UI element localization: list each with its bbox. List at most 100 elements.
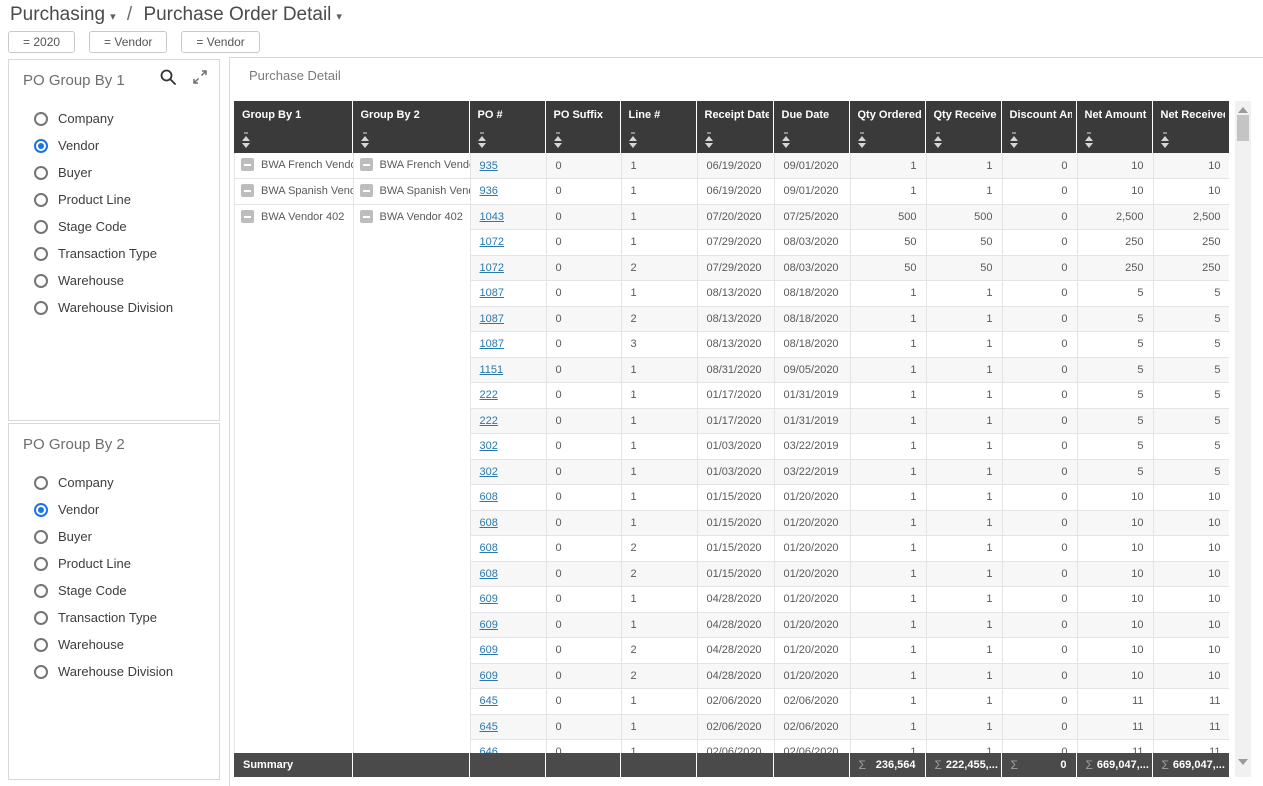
po-number-link[interactable]: 646	[480, 746, 498, 753]
po-number-link[interactable]: 609	[480, 619, 498, 631]
column-header-qty-ordered[interactable]: Qty Ordered	[849, 101, 925, 153]
column-header-line-[interactable]: Line #	[620, 101, 696, 153]
summary-total: 236,564	[876, 759, 916, 771]
scroll-up-arrow-icon[interactable]	[1238, 107, 1248, 113]
data-cell: 0	[1002, 740, 1077, 754]
radio-button-icon[interactable]	[34, 557, 48, 571]
po-number-link[interactable]: 1072	[480, 236, 504, 248]
sort-icon[interactable]	[858, 132, 866, 148]
radio-button-icon[interactable]	[34, 530, 48, 544]
po-number-link[interactable]: 608	[480, 517, 498, 529]
radio-option-company[interactable]: Company	[9, 105, 219, 132]
sort-icon[interactable]	[361, 132, 369, 148]
po-number-link[interactable]: 222	[480, 415, 498, 427]
radio-button-icon[interactable]	[34, 476, 48, 490]
po-number-link[interactable]: 609	[480, 593, 498, 605]
search-icon[interactable]	[159, 68, 177, 86]
po-number-link[interactable]: 302	[480, 466, 498, 478]
radio-option-warehouse[interactable]: Warehouse	[9, 267, 219, 294]
po-number-link[interactable]: 1043	[480, 211, 504, 223]
radio-button-icon[interactable]	[34, 665, 48, 679]
radio-option-warehouse[interactable]: Warehouse	[9, 631, 219, 658]
column-header-group-by-1[interactable]: Group By 1	[234, 101, 352, 153]
po-number-link[interactable]: 609	[480, 670, 498, 682]
radio-button-icon[interactable]	[34, 220, 48, 234]
collapse-group-icon[interactable]	[360, 158, 373, 171]
sort-icon[interactable]	[782, 132, 790, 148]
scrollbar-thumb[interactable]	[1237, 115, 1249, 141]
po-number-link[interactable]: 1072	[480, 262, 504, 274]
radio-button-icon[interactable]	[34, 638, 48, 652]
column-header-due-date[interactable]: Due Date	[773, 101, 849, 153]
sort-icon[interactable]	[1010, 132, 1018, 148]
po-number-link[interactable]: 608	[480, 491, 498, 503]
breadcrumb-page-dropdown[interactable]: Purchase Order Detail ▾	[143, 4, 342, 26]
collapse-group-icon[interactable]	[241, 184, 254, 197]
vertical-scrollbar[interactable]	[1235, 101, 1251, 777]
po-number-link[interactable]: 645	[480, 721, 498, 733]
sort-icon[interactable]	[242, 132, 250, 148]
radio-option-product-line[interactable]: Product Line	[9, 550, 219, 577]
radio-button-icon[interactable]	[34, 274, 48, 288]
radio-option-warehouse-division[interactable]: Warehouse Division	[9, 658, 219, 685]
radio-button-icon[interactable]	[34, 611, 48, 625]
column-header-net-amount[interactable]: Net Amount	[1076, 101, 1152, 153]
sort-icon[interactable]	[934, 132, 942, 148]
radio-option-transaction-type[interactable]: Transaction Type	[9, 604, 219, 631]
radio-option-product-line[interactable]: Product Line	[9, 186, 219, 213]
po-number-link[interactable]: 608	[480, 568, 498, 580]
radio-button-icon[interactable]	[34, 301, 48, 315]
radio-button-icon[interactable]	[34, 166, 48, 180]
radio-option-stage-code[interactable]: Stage Code	[9, 213, 219, 240]
expand-icon[interactable]	[191, 68, 209, 86]
radio-option-company[interactable]: Company	[9, 469, 219, 496]
filter-chip[interactable]: = Vendor	[181, 31, 259, 53]
po-number-link[interactable]: 935	[480, 160, 498, 172]
collapse-group-icon[interactable]	[241, 210, 254, 223]
sort-icon[interactable]	[705, 132, 713, 148]
po-number-link[interactable]: 1087	[480, 287, 504, 299]
radio-option-vendor[interactable]: Vendor	[9, 496, 219, 523]
radio-button-icon[interactable]	[34, 139, 48, 153]
po-number-cell: 936	[470, 179, 546, 205]
column-header-qty-received[interactable]: Qty Received	[925, 101, 1001, 153]
po-number-link[interactable]: 1151	[480, 364, 504, 376]
collapse-group-icon[interactable]	[360, 184, 373, 197]
sort-icon[interactable]	[1161, 132, 1169, 148]
radio-button-icon[interactable]	[34, 193, 48, 207]
radio-option-vendor[interactable]: Vendor	[9, 132, 219, 159]
collapse-group-icon[interactable]	[241, 158, 254, 171]
po-number-link[interactable]: 936	[480, 185, 498, 197]
radio-option-stage-code[interactable]: Stage Code	[9, 577, 219, 604]
column-header-discount-amt[interactable]: Discount Amt	[1001, 101, 1076, 153]
po-number-link[interactable]: 302	[480, 440, 498, 452]
breadcrumb-section-dropdown[interactable]: Purchasing ▾	[10, 4, 116, 26]
column-header-po-suffix[interactable]: PO Suffix	[545, 101, 620, 153]
column-header-net-received[interactable]: Net Received	[1152, 101, 1229, 153]
po-number-link[interactable]: 1087	[480, 313, 504, 325]
scroll-down-arrow-icon[interactable]	[1238, 759, 1248, 765]
radio-option-buyer[interactable]: Buyer	[9, 523, 219, 550]
po-number-link[interactable]: 608	[480, 542, 498, 554]
filter-chip[interactable]: = Vendor	[89, 31, 167, 53]
sort-icon[interactable]	[554, 132, 562, 148]
radio-option-buyer[interactable]: Buyer	[9, 159, 219, 186]
column-header-receipt-date[interactable]: Receipt Date	[696, 101, 773, 153]
radio-button-icon[interactable]	[34, 247, 48, 261]
radio-button-icon[interactable]	[34, 584, 48, 598]
po-number-link[interactable]: 609	[480, 644, 498, 656]
sort-icon[interactable]	[1085, 132, 1093, 148]
filter-chip[interactable]: = 2020	[8, 31, 75, 53]
po-number-link[interactable]: 222	[480, 389, 498, 401]
po-number-link[interactable]: 1087	[480, 338, 504, 350]
radio-button-icon[interactable]	[34, 503, 48, 517]
radio-option-warehouse-division[interactable]: Warehouse Division	[9, 294, 219, 321]
po-number-link[interactable]: 645	[480, 695, 498, 707]
sort-icon[interactable]	[629, 132, 637, 148]
sort-icon[interactable]	[478, 132, 486, 148]
column-header-po-[interactable]: PO #	[469, 101, 545, 153]
column-header-group-by-2[interactable]: Group By 2	[352, 101, 469, 153]
radio-button-icon[interactable]	[34, 112, 48, 126]
radio-option-transaction-type[interactable]: Transaction Type	[9, 240, 219, 267]
collapse-group-icon[interactable]	[360, 210, 373, 223]
